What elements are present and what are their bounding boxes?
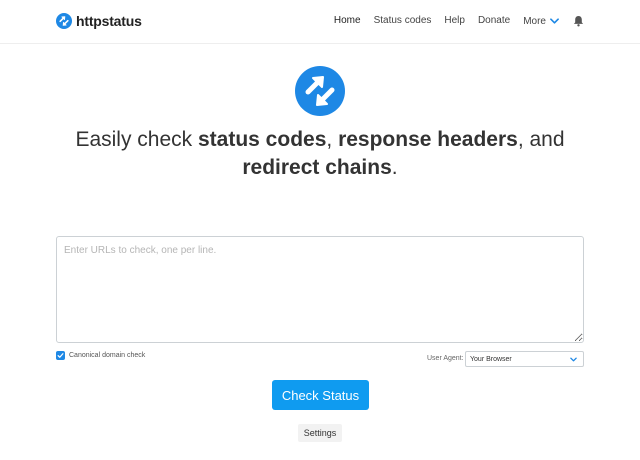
headline-text: , <box>326 128 339 151</box>
user-agent-select[interactable]: Your Browser <box>465 351 584 367</box>
canonical-checkbox[interactable] <box>56 351 65 360</box>
headline-bold-redirect-chains: redirect chains <box>242 156 392 179</box>
headline-bold-status-codes: status codes <box>198 128 327 151</box>
user-agent-value: Your Browser <box>470 355 512 363</box>
brand-link[interactable]: httpstatus <box>56 12 142 30</box>
user-agent-label: User Agent: <box>427 355 464 362</box>
headline-text: , and <box>517 128 565 151</box>
urls-textarea[interactable] <box>56 236 584 343</box>
checkmark-icon <box>57 353 64 358</box>
canonical-domain-check[interactable]: Canonical domain check <box>56 351 145 360</box>
main-nav: Home Status codes Help Donate More <box>321 14 584 28</box>
top-navbar: httpstatus Home Status codes Help Donate… <box>0 0 640 44</box>
canonical-label: Canonical domain check <box>69 352 146 359</box>
chevron-down-icon <box>570 357 577 362</box>
nav-help[interactable]: Help <box>444 14 465 28</box>
arrows-circle-icon <box>56 13 72 29</box>
nav-status-codes[interactable]: Status codes <box>374 14 432 28</box>
brand-name: httpstatus <box>76 13 142 29</box>
check-status-button[interactable]: Check Status <box>272 380 369 410</box>
bell-icon[interactable] <box>573 15 584 27</box>
headline-bold-response-headers: response headers <box>338 128 518 151</box>
nav-donate[interactable]: Donate <box>478 14 510 28</box>
nav-more-label: More <box>523 15 546 27</box>
nav-home[interactable]: Home <box>334 14 361 28</box>
nav-more-dropdown[interactable]: More <box>523 16 559 27</box>
chevron-down-icon <box>550 18 559 24</box>
settings-button[interactable]: Settings <box>298 424 342 442</box>
arrows-circle-icon <box>295 66 345 116</box>
headline-text: . <box>391 156 398 179</box>
page-headline: Easily check status codes, response head… <box>40 126 600 182</box>
headline-text: Easily check <box>75 128 198 151</box>
